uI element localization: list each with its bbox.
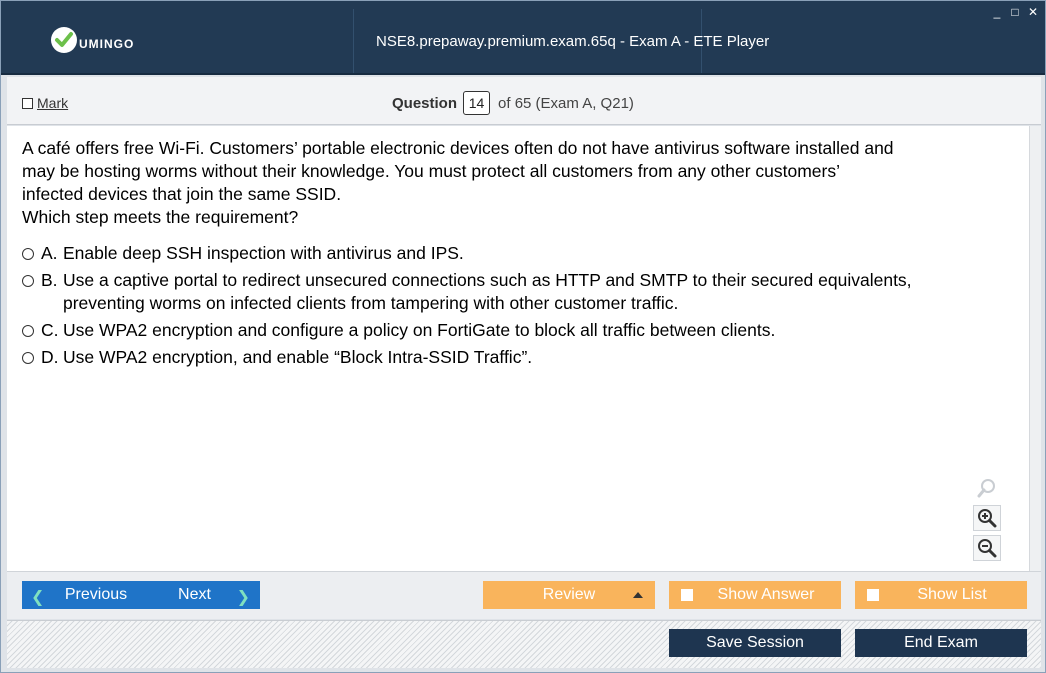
previous-label: Previous (64, 586, 128, 603)
review-label: Review (542, 586, 596, 603)
question-line: Which step meets the requirement? (22, 207, 299, 227)
content-scrollbar[interactable] (1029, 126, 1041, 571)
show-list-button[interactable]: Show List (855, 581, 1027, 609)
end-exam-label: End Exam (904, 634, 978, 651)
zoom-out-icon[interactable] (973, 535, 1001, 561)
mark-checkbox[interactable]: Mark (22, 95, 68, 111)
answer-radio[interactable] (22, 275, 34, 287)
show-answer-checkbox[interactable] (681, 589, 693, 601)
question-text: A café offers free Wi-Fi. Customers’ por… (22, 137, 1022, 229)
save-session-button[interactable]: Save Session (669, 629, 841, 657)
navigation-bar: ❮ Previous Next ❯ Review Show Answer Sho… (7, 571, 1041, 619)
app-window: UMINGO NSE8.prepaway.premium.exam.65q - … (0, 0, 1046, 673)
show-list-checkbox[interactable] (867, 589, 879, 601)
review-button[interactable]: Review (483, 581, 655, 609)
maximize-button[interactable]: □ (1009, 5, 1021, 19)
answer-text: Use a captive portal to redirect unsecur… (63, 270, 912, 313)
logo-text: UMINGO (79, 37, 135, 51)
zoom-in-icon[interactable] (973, 505, 1001, 531)
logo-check-icon (51, 27, 77, 53)
answer-text: Use WPA2 encryption, and enable “Block I… (63, 347, 533, 367)
answer-list: A. Enable deep SSH inspection with antiv… (22, 242, 1022, 373)
answer-letter: B. (41, 270, 58, 290)
question-line: A café offers free Wi-Fi. Customers’ por… (22, 138, 894, 158)
answer-option-a[interactable]: A. Enable deep SSH inspection with antiv… (22, 242, 1022, 265)
mark-label: Mark (37, 95, 69, 111)
answer-option-c[interactable]: C. Use WPA2 encryption and configure a p… (22, 319, 1022, 342)
triangle-up-icon (633, 592, 643, 598)
answer-letter: D. (41, 347, 59, 367)
question-content: A café offers free Wi-Fi. Customers’ por… (7, 126, 1029, 571)
question-of-text: of 65 (Exam A, Q21) (498, 94, 634, 112)
title-separator (353, 9, 354, 73)
next-button[interactable]: Next ❯ (145, 581, 260, 609)
window-title: NSE8.prepaway.premium.exam.65q - Exam A … (376, 33, 770, 50)
question-number-input[interactable]: 14 (463, 91, 491, 115)
show-list-label: Show List (917, 586, 987, 603)
next-label: Next (178, 586, 211, 603)
previous-button[interactable]: ❮ Previous (22, 581, 152, 609)
mark-checkbox-box[interactable] (22, 97, 33, 109)
answer-option-d[interactable]: D. Use WPA2 encryption, and enable “Bloc… (22, 346, 1022, 369)
show-answer-label: Show Answer (717, 586, 815, 603)
minimize-button[interactable]: _ (991, 5, 1003, 19)
show-answer-button[interactable]: Show Answer (669, 581, 841, 609)
answer-text: Enable deep SSH inspection with antiviru… (63, 243, 464, 263)
vumingo-logo: UMINGO (51, 25, 134, 55)
answer-radio[interactable] (22, 248, 34, 260)
answer-letter: C. (41, 320, 59, 340)
chevron-left-icon: ❮ (31, 589, 45, 606)
title-bar: UMINGO NSE8.prepaway.premium.exam.65q - … (1, 1, 1045, 75)
answer-option-b[interactable]: B. Use a captive portal to redirect unse… (22, 269, 1022, 315)
question-label: Question (392, 94, 458, 112)
zoom-tools (973, 475, 1005, 565)
zoom-reset-icon[interactable] (973, 475, 1001, 501)
answer-text: Use WPA2 encryption and configure a poli… (63, 320, 776, 340)
question-line: infected devices that join the same SSID… (22, 184, 342, 204)
footer-bar: Save Session End Exam (7, 620, 1041, 668)
question-indicator: Question 14 of 65 (Exam A, Q21) (392, 91, 634, 115)
question-bar: Mark Question 14 of 65 (Exam A, Q21) (7, 77, 1041, 125)
save-session-label: Save Session (706, 634, 804, 651)
answer-radio[interactable] (22, 352, 34, 364)
end-exam-button[interactable]: End Exam (855, 629, 1027, 657)
window-controls: _ □ ✕ (991, 5, 1039, 19)
question-line: may be hosting worms without their knowl… (22, 161, 841, 181)
chevron-right-icon: ❯ (236, 589, 250, 606)
close-button[interactable]: ✕ (1027, 5, 1039, 19)
answer-radio[interactable] (22, 325, 34, 337)
answer-letter: A. (41, 243, 58, 263)
